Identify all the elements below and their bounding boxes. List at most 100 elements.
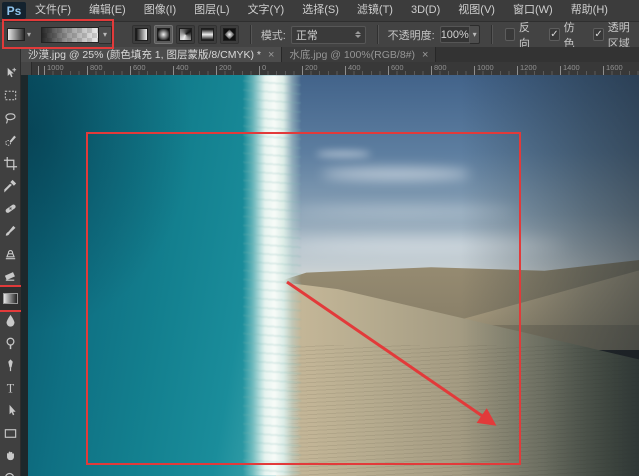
healing-brush-icon	[5, 204, 16, 213]
quick-selection-tool-button[interactable]	[0, 130, 21, 153]
checkbox-checked-icon: ✓	[549, 28, 560, 41]
chevron-down-icon: ▾	[472, 30, 477, 39]
transparency-checkbox[interactable]: ✓ 透明区域	[593, 19, 639, 51]
angle-gradient-button[interactable]	[176, 25, 196, 44]
separator	[377, 25, 379, 44]
ruler-label: 0	[262, 63, 267, 72]
pen-icon	[8, 359, 13, 372]
dodge-tool-button[interactable]	[0, 332, 21, 355]
canvas-left-edge	[21, 75, 28, 476]
brush-tool-button[interactable]	[0, 220, 21, 243]
gradient-tool-icon	[3, 292, 18, 304]
updown-arrows-icon	[354, 31, 361, 38]
horizontal-ruler: 1000 800 600 400 200 0 200 400 600 800 1000 1200 140…	[21, 62, 639, 76]
gradient-preview[interactable]	[41, 26, 100, 43]
eraser-tool-button[interactable]	[0, 265, 21, 288]
chevron-down-icon: ▾	[27, 30, 32, 39]
document-canvas[interactable]	[21, 75, 639, 476]
linear-gradient-icon	[135, 28, 149, 41]
linear-gradient-button[interactable]	[132, 25, 152, 44]
close-icon[interactable]: ×	[268, 49, 274, 61]
dither-label: 仿色	[563, 21, 575, 50]
dither-checkbox[interactable]: ✓ 仿色	[549, 19, 578, 51]
opacity-dropdown-button[interactable]: ▾	[469, 25, 481, 44]
radial-gradient-icon	[157, 28, 171, 41]
diamond-gradient-button[interactable]	[220, 25, 240, 44]
opacity-label: 不透明度:	[387, 29, 435, 42]
angle-gradient-icon	[179, 28, 193, 41]
move-tool-button[interactable]	[0, 62, 21, 85]
zoom-tool-button[interactable]	[0, 467, 21, 476]
menu-type[interactable]: 文字(Y)	[239, 0, 294, 21]
ruler-label: 1400	[563, 63, 580, 72]
tool-preset-picker[interactable]: ▾	[7, 28, 31, 41]
gradient-type-buttons	[132, 25, 240, 44]
selection-arrow-icon	[9, 405, 16, 416]
dodge-icon	[6, 337, 15, 349]
underwater-region	[28, 75, 276, 476]
close-icon[interactable]: ×	[422, 49, 428, 61]
clone-stamp-tool-button[interactable]	[0, 242, 21, 265]
blend-mode-value: 正常	[295, 29, 318, 42]
radial-gradient-button[interactable]	[154, 25, 174, 44]
blur-tool-button[interactable]	[0, 310, 21, 333]
blend-mode-select[interactable]: 正常	[290, 25, 366, 44]
transparency-label: 透明区域	[607, 21, 630, 50]
blur-drop-icon	[6, 315, 15, 327]
ruler-label: 1000	[477, 63, 494, 72]
gradient-picker-arrow-button[interactable]: ▾	[99, 25, 113, 44]
svg-text:T: T	[7, 381, 15, 395]
chevron-down-icon: ▾	[103, 30, 108, 39]
rectangular-marquee-tool-button[interactable]	[0, 85, 21, 108]
menu-file[interactable]: 文件(F)	[26, 0, 80, 21]
eraser-icon	[4, 272, 15, 281]
separator	[492, 25, 494, 44]
pen-tool-button[interactable]	[0, 355, 21, 378]
menu-image[interactable]: 图像(I)	[135, 0, 185, 21]
ruler-label: 800	[434, 63, 447, 72]
document-tab-bar: 沙漠.jpg @ 25% (颜色填充 1, 图层蒙版/8/CMYK) * × 水…	[21, 47, 639, 62]
menu-view[interactable]: 视图(V)	[449, 0, 504, 21]
reverse-checkbox[interactable]: 反向	[505, 19, 534, 51]
wave-foam-band	[243, 75, 301, 476]
menu-edit[interactable]: 编辑(E)	[80, 0, 135, 21]
hand-tool-button[interactable]	[0, 445, 21, 468]
mode-label: 模式:	[260, 29, 286, 42]
menu-select[interactable]: 选择(S)	[293, 0, 348, 21]
menu-filter[interactable]: 滤镜(T)	[348, 0, 402, 21]
menu-3d[interactable]: 3D(D)	[402, 0, 449, 21]
separator	[251, 25, 252, 44]
magnifier-icon	[5, 472, 15, 476]
crop-icon	[3, 156, 18, 170]
ps-logo: Ps	[2, 2, 26, 19]
gradient-picker[interactable]: ▾	[41, 25, 113, 44]
reflected-gradient-icon	[201, 28, 215, 41]
gradient-tool-button[interactable]	[0, 285, 23, 312]
eyedropper-icon	[4, 180, 17, 193]
crop-tool-button[interactable]	[0, 152, 21, 175]
eyedropper-tool-button[interactable]	[0, 175, 21, 198]
ruler-label: 600	[133, 63, 146, 72]
spot-healing-brush-tool-button[interactable]	[0, 197, 21, 220]
cloud	[316, 151, 371, 157]
rectangle-icon	[4, 428, 17, 438]
right-shade-overlay	[461, 75, 639, 476]
hand-icon	[7, 451, 14, 461]
lasso-tool-button[interactable]	[0, 107, 21, 130]
reflected-gradient-button[interactable]	[198, 25, 218, 44]
ruler-label: 800	[90, 63, 103, 72]
tab-shuidi-jpg[interactable]: 水底.jpg @ 100%(RGB/8#) ×	[282, 47, 437, 62]
rectangle-tool-button[interactable]	[0, 422, 21, 445]
tab-label: 沙漠.jpg @ 25% (颜色填充 1, 图层蒙版/8/CMYK) *	[28, 49, 261, 61]
ruler-label: 400	[176, 63, 189, 72]
marquee-icon	[4, 91, 17, 101]
tab-shamo-jpg[interactable]: 沙漠.jpg @ 25% (颜色填充 1, 图层蒙版/8/CMYK) * ×	[21, 47, 283, 62]
tab-label: 水底.jpg @ 100%(RGB/8#)	[289, 49, 416, 61]
menu-layer[interactable]: 图层(L)	[185, 0, 238, 21]
path-selection-tool-button[interactable]	[0, 400, 21, 423]
lasso-icon	[5, 112, 16, 124]
opacity-input[interactable]: 100%	[439, 26, 470, 43]
type-tool-button[interactable]: T	[0, 377, 21, 400]
ruler-label: 1600	[606, 63, 623, 72]
reverse-label: 反向	[518, 21, 530, 50]
